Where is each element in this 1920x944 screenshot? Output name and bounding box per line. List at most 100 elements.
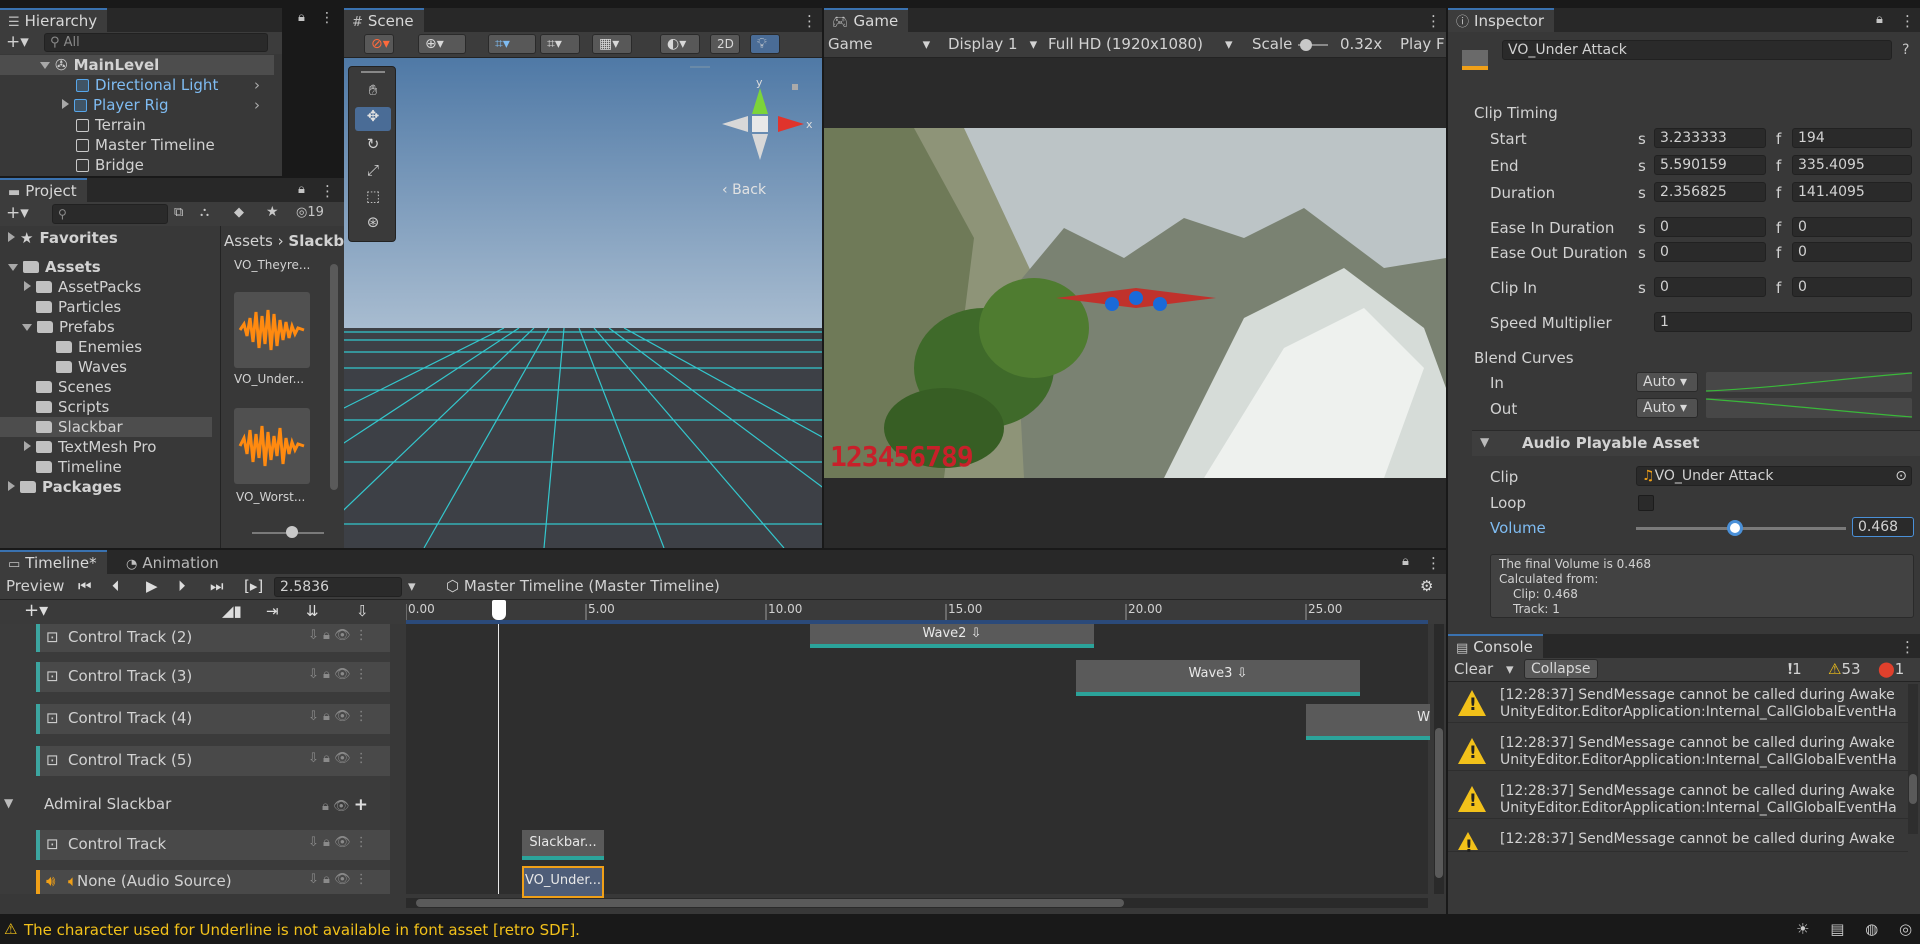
marker-icon[interactable]: ⇩ xyxy=(356,602,369,620)
tree-favorites[interactable]: ★ Favorites xyxy=(0,228,212,248)
group-controls-icons[interactable]: 🔒︎ 👁︎ + xyxy=(322,795,368,815)
track-group-admiral-slackbar[interactable]: ▼ Admiral Slackbar 🔒︎ 👁︎ + xyxy=(0,788,390,822)
tree-folder-prefabs[interactable]: Prefabs xyxy=(0,317,212,337)
track-header-control-4[interactable]: ⊡ Control Track (4) ⇩ 🔒︎ 👁︎ ⋮ xyxy=(36,704,390,734)
clear-button[interactable]: Clear xyxy=(1454,660,1493,678)
breadcrumb-assets[interactable]: Assets xyxy=(224,232,273,250)
clip-wave4[interactable]: W xyxy=(1306,704,1430,740)
search-by-type-icon[interactable]: ⧉ xyxy=(174,205,183,220)
tab-project[interactable]: ▬ Project xyxy=(0,178,87,202)
hierarchy-search-input[interactable]: ⚲ All xyxy=(44,33,268,52)
play-icon[interactable]: ▶ xyxy=(146,577,158,595)
breadcrumb-slackbar[interactable]: Slackb xyxy=(288,232,344,250)
ripple-mode-icon[interactable]: ◢▮ xyxy=(222,602,242,620)
scale-slider-handle[interactable] xyxy=(1300,39,1312,51)
asset-file-vo-worst[interactable]: VO_Worst... xyxy=(236,490,305,504)
horizontal-scroll-thumb[interactable] xyxy=(416,899,1124,907)
play-focused-dropdown[interactable]: Play F xyxy=(1400,35,1445,53)
ease-in-seconds-field[interactable]: 0 xyxy=(1654,217,1766,237)
game-menu-icon[interactable]: ⋮ xyxy=(1426,12,1441,30)
display-dropdown[interactable]: Display 1 ▾ xyxy=(948,35,1037,53)
blend-out-dropdown[interactable]: Auto ▾ xyxy=(1636,398,1698,418)
lighting-toggle-button[interactable]: 💡︎ xyxy=(750,34,780,54)
resolution-dropdown[interactable]: Full HD (1920x1080) ▾ xyxy=(1048,35,1232,53)
toggle-2d-button[interactable]: 2D xyxy=(710,34,740,54)
gizmo-tool-button[interactable]: ⊘▾ xyxy=(364,34,394,54)
object-picker-icon[interactable]: ⊙ xyxy=(1895,467,1907,485)
hierarchy-lock-icon[interactable]: 🔒︎ xyxy=(298,10,305,25)
hierarchy-item-master-timeline[interactable]: Master Timeline xyxy=(0,135,274,155)
info-count-toggle[interactable]: ❗︎1 xyxy=(1788,660,1802,678)
tab-console[interactable]: ▤ Console xyxy=(1448,634,1543,658)
console-entry[interactable]: [12:28:37] SendMessage cannot be called … xyxy=(1448,732,1908,771)
hierarchy-menu-icon[interactable]: ⋮ xyxy=(320,10,334,26)
collapsed-arrow-icon[interactable] xyxy=(8,481,15,491)
warning-count-toggle[interactable]: ⚠53 xyxy=(1828,660,1861,678)
tree-folder-timeline[interactable]: Timeline xyxy=(0,457,212,477)
add-track-icon[interactable]: +▾ xyxy=(24,600,48,621)
grid-visibility-button[interactable]: ▦▾ xyxy=(592,34,632,54)
tab-animation[interactable]: ◔ Animation xyxy=(118,550,229,574)
scene-menu-icon[interactable]: ⋮ xyxy=(802,12,817,30)
clip-wave2[interactable]: Wave2 ⇩ xyxy=(810,624,1094,648)
console-entry[interactable]: [12:28:37] SendMessage cannot be called … xyxy=(1448,780,1908,819)
rotate-tool-icon[interactable]: ↻ xyxy=(359,135,387,157)
snap-increment-button[interactable]: ⌗▾ xyxy=(540,34,580,54)
palette-grip[interactable] xyxy=(361,71,385,73)
preview-button[interactable]: Preview xyxy=(6,577,64,595)
clip-object-field[interactable]: ♫VO_Under Attack ⊙ xyxy=(1636,466,1912,486)
timeline-menu-icon[interactable]: ⋮ xyxy=(1426,554,1441,572)
audio-asset-section-header[interactable]: ▼ Audio Playable Asset xyxy=(1472,430,1920,456)
hierarchy-item-bridge[interactable]: Bridge xyxy=(0,155,274,175)
current-time-field[interactable]: 2.5836 xyxy=(274,577,402,597)
previous-frame-icon[interactable]: ⏴ xyxy=(112,577,120,595)
global-toggle-button[interactable]: ⊕▾ xyxy=(418,34,466,54)
thumbnail-size-handle[interactable] xyxy=(286,526,298,538)
status-icons[interactable]: ☀ ▤ ◍ ◎ ⚐ xyxy=(1796,920,1920,938)
track-header-control-slackbar[interactable]: ⊡ Control Track ⇩ 🔒︎ 👁︎ ⋮ xyxy=(36,830,390,860)
loop-checkbox[interactable] xyxy=(1638,495,1654,511)
tree-folder-waves[interactable]: Waves xyxy=(0,357,212,377)
filter-icon[interactable]: ⛬ xyxy=(200,205,209,220)
track-lock-icons[interactable]: ⇩ 🔒︎ 👁︎ ⋮ xyxy=(308,709,368,724)
blend-out-curve[interactable] xyxy=(1705,398,1913,418)
volume-field[interactable]: 0.468 xyxy=(1852,517,1914,537)
collapse-button[interactable]: Collapse xyxy=(1524,659,1598,679)
hierarchy-item-mainlevel[interactable]: ✇ MainLevel xyxy=(0,55,274,75)
goto-start-icon[interactable]: ⏮ xyxy=(78,577,92,595)
track-lock-icons[interactable]: ⇩ 🔒︎ 👁︎ ⋮ xyxy=(308,667,368,682)
duration-seconds-field[interactable]: 2.356825 xyxy=(1654,182,1766,202)
tree-folder-scenes[interactable]: Scenes xyxy=(0,377,212,397)
clip-in-seconds-field[interactable]: 0 xyxy=(1654,277,1766,297)
scene-viewport[interactable]: ✋︎ ✥ ↻ ⤢ ⬚ ⊛ y x ‹ Back xyxy=(344,58,822,548)
collapsed-arrow-icon[interactable] xyxy=(8,232,15,242)
speed-multiplier-field[interactable]: 1 xyxy=(1654,312,1912,332)
clip-wave3[interactable]: Wave3 ⇩ xyxy=(1076,660,1360,696)
orientation-gizmo[interactable]: y x xyxy=(712,78,812,168)
time-format-dropdown-icon[interactable]: ▾ xyxy=(408,577,416,595)
time-ruler[interactable]: 0.00 5.00 10.00 15.00 20.00 25.00 xyxy=(405,600,1428,624)
track-lock-icons[interactable]: ⇩ 🔒︎ 👁︎ ⋮ xyxy=(308,628,368,643)
status-message[interactable]: The character used for Underline is not … xyxy=(24,921,580,939)
end-seconds-field[interactable]: 5.590159 xyxy=(1654,155,1766,175)
console-entry[interactable]: [12:28:37] SendMessage cannot be called … xyxy=(1448,684,1908,723)
ease-out-frames-field[interactable]: 0 xyxy=(1792,242,1912,262)
expand-arrow-icon[interactable] xyxy=(8,264,18,271)
chevron-right-icon[interactable]: › xyxy=(254,75,260,95)
hidden-count-icon[interactable]: ◎19 xyxy=(296,205,324,220)
clip-slackbar-control[interactable]: Slackbar... xyxy=(522,830,604,860)
hand-tool-icon[interactable]: ✋︎ xyxy=(359,81,387,103)
track-lock-icons[interactable]: ⇩ 🔒︎ 👁︎ ⋮ xyxy=(308,872,368,887)
tree-packages[interactable]: Packages xyxy=(0,477,212,497)
playhead-handle[interactable] xyxy=(492,600,506,620)
duration-frames-field[interactable]: 141.4095 xyxy=(1792,182,1912,202)
track-lock-icons[interactable]: ⇩ 🔒︎ 👁︎ ⋮ xyxy=(308,835,368,850)
inspector-menu-icon[interactable]: ⋮ xyxy=(1900,12,1915,30)
transform-tool-icon[interactable]: ⊛ xyxy=(359,213,387,235)
tab-game[interactable]: 🎮︎ Game xyxy=(824,8,909,32)
expand-arrow-icon[interactable] xyxy=(22,324,32,331)
project-search-input[interactable]: ⚲ xyxy=(52,204,168,224)
goto-end-icon[interactable]: ⏭ xyxy=(210,577,224,595)
tree-folder-textmesh-pro[interactable]: TextMesh Pro xyxy=(0,437,212,457)
console-entry[interactable]: [12:28:37] SendMessage cannot be called … xyxy=(1448,828,1908,856)
